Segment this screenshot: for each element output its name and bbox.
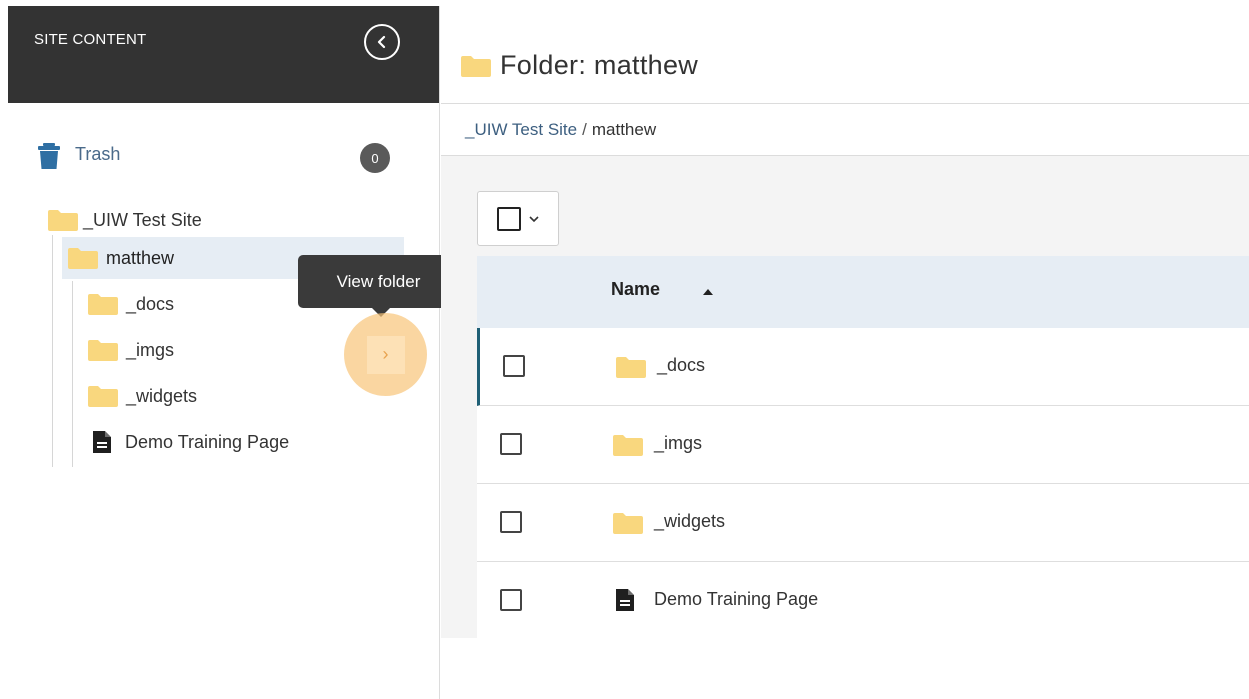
folder-icon <box>88 386 118 407</box>
view-folder-button[interactable]: › <box>344 313 427 396</box>
column-header-name[interactable]: Name <box>611 279 660 300</box>
tree-item-label: Demo Training Page <box>125 431 290 452</box>
chevron-down-icon <box>529 215 539 222</box>
folder-icon <box>88 340 118 361</box>
folder-icon <box>48 210 78 231</box>
tree-item-label: _UIW Test Site <box>83 209 202 230</box>
tree-item-widgets[interactable]: _widgets <box>88 378 197 414</box>
content-table: Name _docs _imgs _widgets Demo Training … <box>477 256 1249 640</box>
chevron-right-icon: › <box>366 335 405 374</box>
breadcrumb-link-site[interactable]: _UIW Test Site <box>465 120 577 139</box>
tree-item-matthew[interactable]: matthew <box>68 240 174 276</box>
folder-icon <box>461 55 491 77</box>
document-icon <box>93 431 111 453</box>
select-all-dropdown[interactable] <box>477 191 559 246</box>
tree-item-docs[interactable]: _docs <box>88 286 174 322</box>
row-name[interactable]: _widgets <box>654 511 725 532</box>
title-divider <box>441 103 1249 104</box>
table-row[interactable]: _widgets <box>477 484 1249 562</box>
tree-guide-line <box>72 281 73 467</box>
row-name[interactable]: _docs <box>657 355 705 376</box>
tree-item-label: matthew <box>106 247 175 268</box>
select-all-checkbox[interactable] <box>497 206 521 231</box>
collapse-sidebar-button[interactable] <box>364 24 400 60</box>
row-checkbox[interactable] <box>500 433 522 455</box>
tree-item-label: _imgs <box>126 339 175 360</box>
sort-ascending-icon[interactable] <box>703 289 713 295</box>
folder-icon <box>616 357 646 378</box>
page-title-wrap: Folder: matthew <box>461 50 698 81</box>
trash-label: Trash <box>75 144 121 164</box>
tree-item-label: _docs <box>126 293 175 314</box>
breadcrumb: _UIW Test Site / matthew <box>465 120 656 140</box>
view-folder-tooltip: View folder <box>298 255 459 308</box>
content-footer-space <box>441 638 1249 699</box>
sidebar-title: SITE CONTENT <box>34 31 147 48</box>
tree-item-imgs[interactable]: _imgs <box>88 332 174 368</box>
tree-guide-line <box>52 235 53 467</box>
sidebar-header: SITE CONTENT <box>8 6 439 103</box>
folder-icon <box>68 248 98 269</box>
tree-item-uiw-test-site[interactable]: _UIW Test Site <box>48 202 202 238</box>
folder-icon <box>88 294 118 315</box>
folder-icon <box>613 435 643 456</box>
table-row[interactable]: _imgs <box>477 406 1249 484</box>
tree-item-demo-training-page[interactable]: Demo Training Page <box>92 424 289 460</box>
breadcrumb-separator: / <box>582 120 587 139</box>
trash-item[interactable]: Trash 0 <box>38 141 408 173</box>
trash-count-badge: 0 <box>360 143 390 173</box>
content-tree: Trash 0 _UIW Test Site matthew _docs _im… <box>8 103 440 699</box>
chevron-left-icon <box>377 35 386 49</box>
row-checkbox[interactable] <box>500 511 522 533</box>
table-row[interactable]: Demo Training Page <box>477 562 1249 640</box>
row-name[interactable]: Demo Training Page <box>654 589 818 610</box>
page-title: Folder: matthew <box>500 50 699 80</box>
folder-icon <box>613 513 643 534</box>
row-checkbox[interactable] <box>503 355 525 377</box>
row-checkbox[interactable] <box>500 589 522 611</box>
row-name[interactable]: _imgs <box>654 433 702 454</box>
breadcrumb-current: matthew <box>591 120 657 139</box>
trash-icon <box>38 143 60 169</box>
document-icon <box>616 589 634 611</box>
tree-item-label: _widgets <box>126 385 198 406</box>
table-header: Name <box>477 256 1249 328</box>
table-row[interactable]: _docs <box>477 328 1249 406</box>
